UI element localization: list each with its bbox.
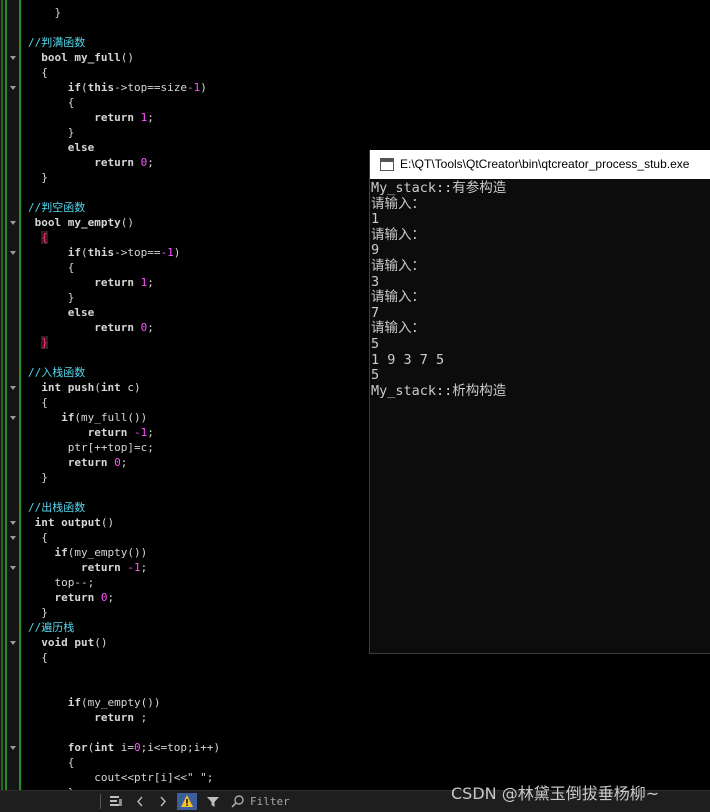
code-line[interactable]: } bbox=[28, 335, 48, 350]
code-line[interactable]: { bbox=[28, 230, 48, 245]
code-line[interactable]: if(my_empty()) bbox=[28, 545, 148, 560]
console-line: 请输入： bbox=[371, 258, 425, 274]
code-line[interactable]: return 1; bbox=[28, 110, 154, 125]
code-line[interactable]: { bbox=[28, 530, 48, 545]
watermark: CSDN @林黛玉倒拔垂杨柳~ bbox=[451, 784, 660, 803]
code-line[interactable]: //出栈函数 bbox=[28, 500, 85, 515]
console-window-icon bbox=[380, 158, 394, 171]
fold-arrow-icon[interactable] bbox=[10, 416, 16, 420]
code-line[interactable]: { bbox=[28, 65, 48, 80]
console-line: 7 bbox=[371, 304, 380, 321]
code-line[interactable]: //入栈函数 bbox=[28, 365, 85, 380]
code-line[interactable]: { bbox=[28, 95, 75, 110]
console-line: 1 bbox=[371, 211, 380, 228]
fold-arrow-icon[interactable] bbox=[10, 641, 16, 645]
console-line: 请输入： bbox=[371, 195, 425, 212]
code-line[interactable]: for(int i=0;i<=top;i++) bbox=[28, 740, 220, 755]
code-line[interactable]: //判空函数 bbox=[28, 200, 85, 215]
code-line[interactable]: { bbox=[28, 260, 75, 275]
fold-markers bbox=[0, 0, 22, 790]
fold-arrow-icon[interactable] bbox=[10, 221, 16, 225]
fold-arrow-icon[interactable] bbox=[10, 746, 16, 750]
code-line[interactable]: return ; bbox=[28, 710, 147, 725]
code-line[interactable]: } bbox=[28, 470, 48, 485]
console-line: 5 bbox=[371, 367, 380, 384]
filter-input[interactable]: Filter bbox=[250, 795, 290, 808]
code-line[interactable]: else bbox=[28, 305, 95, 320]
code-line[interactable]: } bbox=[28, 170, 48, 185]
code-line[interactable]: return 0; bbox=[28, 590, 115, 605]
console-line: 请输入： bbox=[371, 289, 425, 306]
code-line[interactable]: //遍历栈 bbox=[28, 620, 74, 635]
code-line[interactable]: if(my_full()) bbox=[28, 410, 147, 425]
console-title: E:\QT\Tools\QtCreator\bin\qtcreator_proc… bbox=[400, 157, 690, 171]
code-line[interactable]: return 0; bbox=[28, 320, 154, 335]
code-line[interactable]: void put() bbox=[28, 635, 107, 650]
code-line[interactable]: } bbox=[28, 290, 75, 305]
code-line[interactable]: return -1; bbox=[28, 560, 147, 575]
code-line[interactable]: return -1; bbox=[28, 425, 154, 440]
code-line[interactable]: top--; bbox=[28, 575, 94, 590]
console-line: 请输入： bbox=[371, 226, 425, 243]
code-line[interactable]: if(this->top==size-1) bbox=[28, 80, 207, 95]
console-line: 请输入： bbox=[371, 320, 425, 337]
search-icon bbox=[231, 795, 244, 808]
code-line[interactable]: int output() bbox=[28, 515, 115, 530]
console-line: My_stack::有参构造 bbox=[371, 180, 507, 196]
code-line[interactable]: if(this->top==-1) bbox=[28, 245, 181, 260]
warning-button[interactable] bbox=[177, 793, 197, 810]
code-line[interactable]: { bbox=[28, 395, 48, 410]
code-line[interactable]: else bbox=[28, 140, 95, 155]
fold-arrow-icon[interactable] bbox=[10, 56, 16, 60]
fold-arrow-icon[interactable] bbox=[10, 536, 16, 540]
filter-icon[interactable] bbox=[205, 793, 221, 810]
code-area[interactable]: } //判满函数 bool my_full() { if(this->top==s… bbox=[28, 0, 368, 790]
chevron-left-icon[interactable] bbox=[133, 793, 147, 810]
code-line[interactable]: return 0; bbox=[28, 455, 128, 470]
code-line[interactable]: bool my_full() bbox=[28, 50, 134, 65]
console-line: 3 bbox=[371, 273, 380, 290]
code-line[interactable]: cout<<ptr[i]<<" "; bbox=[28, 770, 213, 785]
fold-arrow-icon[interactable] bbox=[10, 251, 16, 255]
console-line: My_stack::析构构造 bbox=[371, 382, 507, 399]
code-line[interactable]: } bbox=[28, 5, 61, 20]
fold-arrow-icon[interactable] bbox=[10, 386, 16, 390]
fold-arrow-icon[interactable] bbox=[10, 566, 16, 570]
code-line[interactable]: ptr[++top]=c; bbox=[28, 440, 154, 455]
fold-arrow-icon[interactable] bbox=[10, 521, 16, 525]
code-line[interactable]: { bbox=[28, 650, 48, 665]
fold-arrow-icon[interactable] bbox=[10, 86, 16, 90]
code-line[interactable]: return 0; bbox=[28, 155, 154, 170]
code-line[interactable]: if(my_empty()) bbox=[28, 695, 161, 710]
code-line[interactable]: int push(int c) bbox=[28, 380, 140, 395]
console-window[interactable]: E:\QT\Tools\QtCreator\bin\qtcreator_proc… bbox=[369, 150, 710, 654]
console-line: 1 9 3 7 5 bbox=[371, 351, 445, 368]
console-line: 9 bbox=[371, 242, 380, 259]
console-output: My_stack::有参构造 请输入： 1 请输入： 9 请输入： 3 请输入： 7 请输入： 5 1… bbox=[371, 180, 709, 650]
chevron-right-icon[interactable] bbox=[156, 793, 170, 810]
build-icon[interactable] bbox=[108, 793, 124, 810]
warning-icon bbox=[181, 795, 193, 807]
code-line[interactable]: } bbox=[28, 125, 75, 140]
code-line[interactable]: //判满函数 bbox=[28, 35, 85, 50]
console-titlebar[interactable]: E:\QT\Tools\QtCreator\bin\qtcreator_proc… bbox=[370, 150, 710, 179]
code-line[interactable]: return 1; bbox=[28, 275, 154, 290]
code-line[interactable]: bool my_empty() bbox=[28, 215, 134, 230]
console-line: 5 bbox=[371, 336, 380, 352]
code-line[interactable]: } bbox=[28, 605, 48, 620]
code-line[interactable]: { bbox=[28, 755, 75, 770]
toolbar-divider bbox=[100, 794, 101, 809]
